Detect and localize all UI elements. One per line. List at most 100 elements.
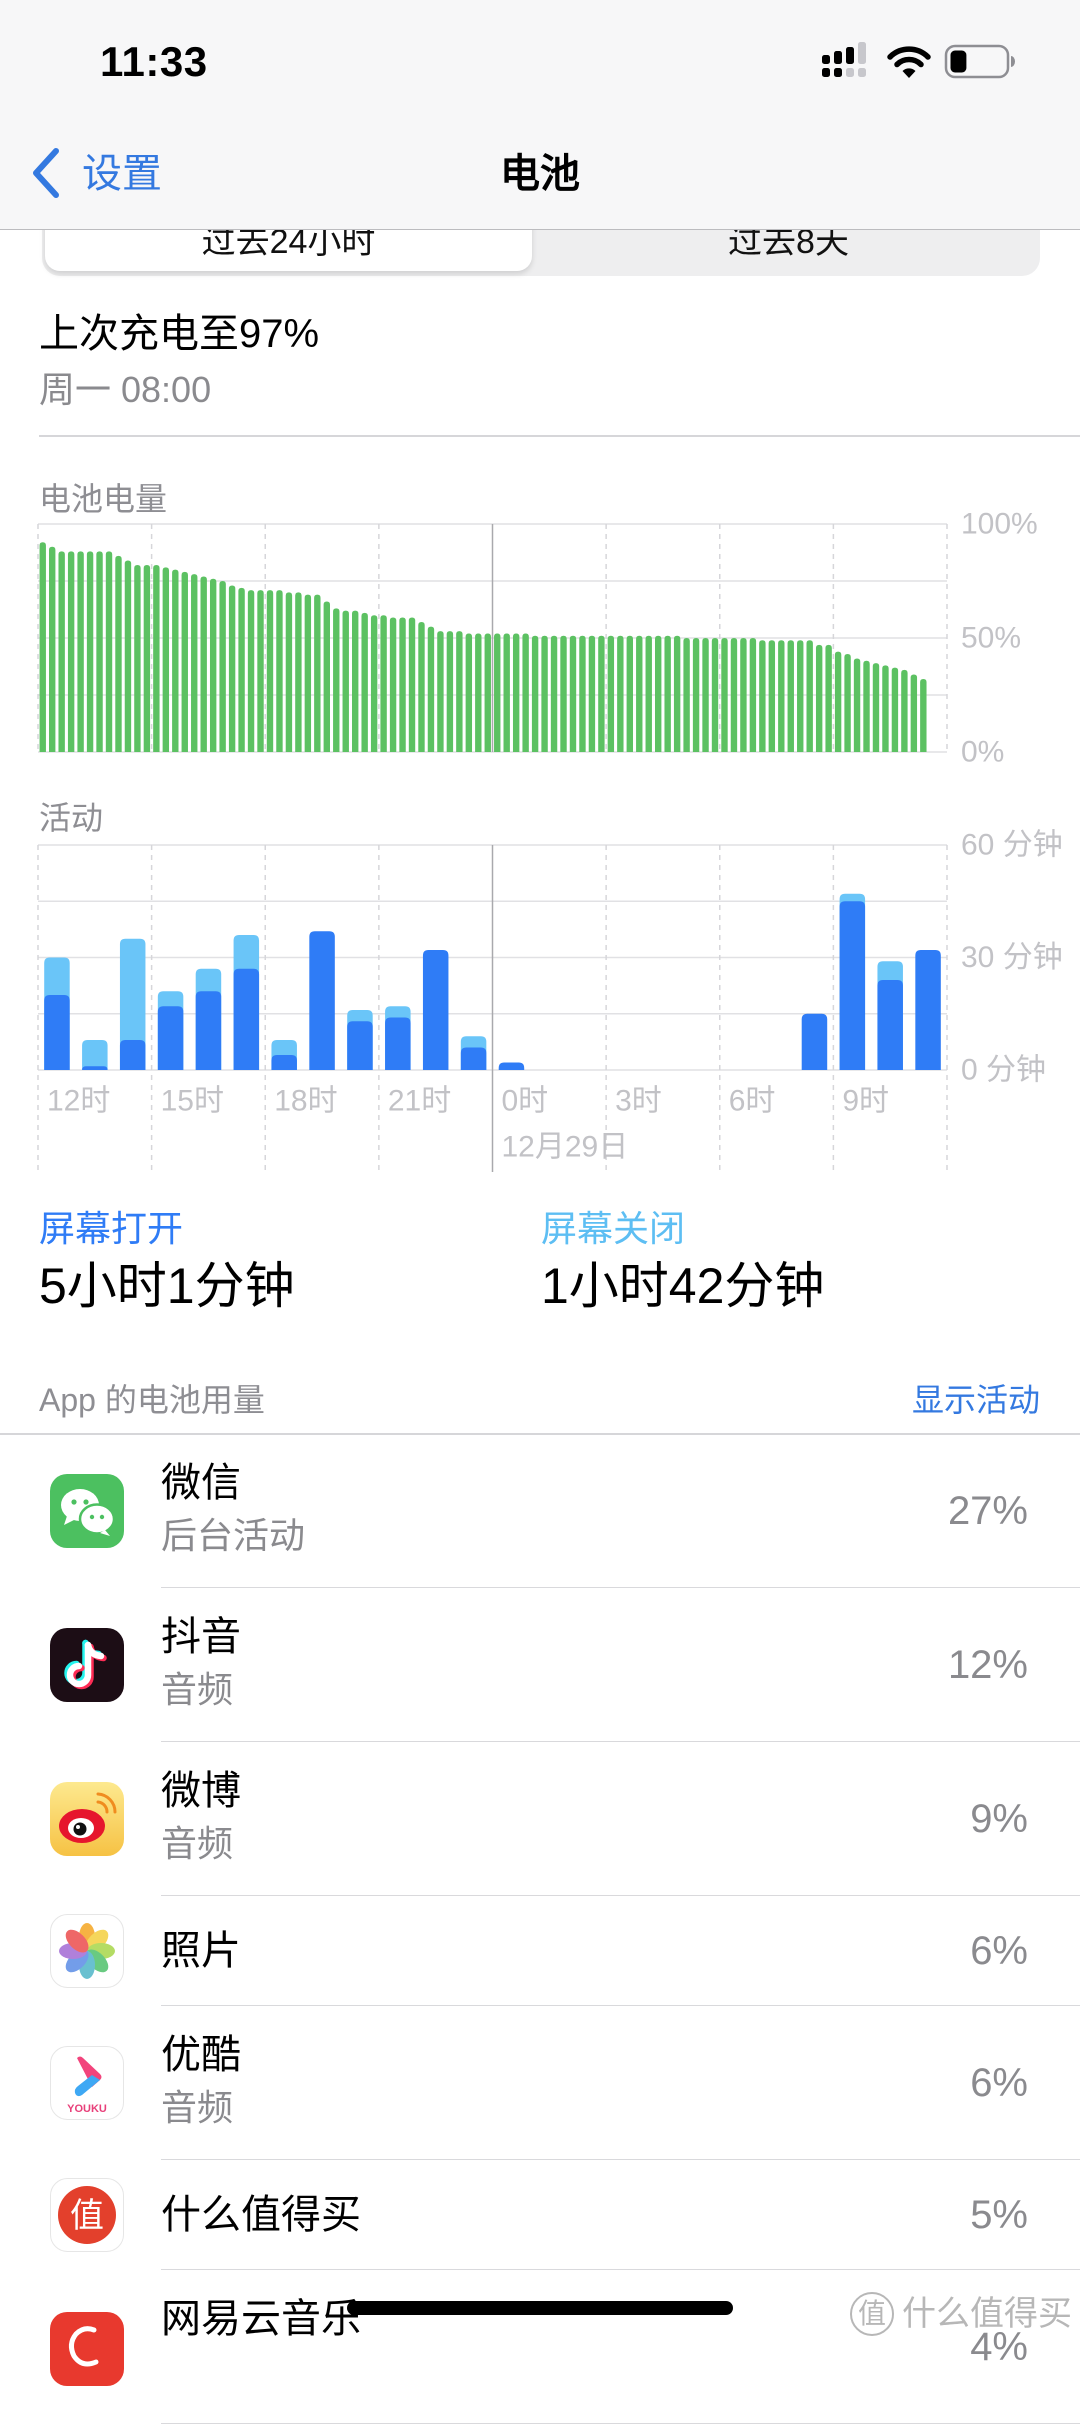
y-tick-label: 0% <box>961 736 1004 769</box>
weibo-icon <box>50 1782 124 1856</box>
screen-on-bar <box>877 980 903 1070</box>
y-tick-label: 0 分钟 <box>961 1054 1046 1087</box>
screen-on-bar <box>233 968 260 1070</box>
battery-level-bar <box>228 585 236 752</box>
x-tick-label: 9时 <box>842 1085 889 1118</box>
battery-level-bar <box>124 560 132 752</box>
app-battery-percent: 5% <box>970 2193 1028 2237</box>
battery-level-bar <box>853 658 861 752</box>
battery-level-bar <box>266 590 274 752</box>
battery-level-bar <box>503 633 510 752</box>
battery-level-bar <box>67 551 75 752</box>
app-row-weibo[interactable]: 微博 音频 9% <box>0 1742 1080 1896</box>
app-battery-percent: 9% <box>970 1797 1028 1841</box>
app-name: 微博 <box>161 1769 241 1813</box>
y-tick-label: 50% <box>961 622 1021 655</box>
screen-on-bar <box>271 1055 297 1070</box>
battery-level-bar <box>815 644 823 752</box>
svg-text:YOUKU: YOUKU <box>67 2103 107 2115</box>
battery-level-bar <box>238 587 245 752</box>
battery-level-bar <box>49 546 56 752</box>
battery-icon <box>944 44 1015 79</box>
battery-level-bar <box>352 610 359 752</box>
screen-on-bar <box>347 1021 373 1070</box>
app-battery-percent: 12% <box>947 1643 1028 1687</box>
battery-level-bar <box>910 674 918 752</box>
battery-level-bar <box>891 667 899 752</box>
battery-level-bar <box>465 633 473 752</box>
screen-on-bar <box>498 1062 525 1070</box>
app-row-photos[interactable]: 照片 6% <box>0 1896 1080 2006</box>
battery-level-chart: 100% 50% 0% <box>37 508 1038 769</box>
last-charge-time: 周一 08:00 <box>39 369 212 410</box>
battery-level-bar <box>721 638 728 752</box>
battery-level-bar <box>389 617 397 752</box>
x-tick-label: 21时 <box>388 1085 451 1118</box>
battery-level-bar <box>304 594 312 752</box>
battery-level-bar <box>692 638 700 752</box>
app-row-douyin[interactable]: 抖音 音频 12% <box>0 1588 1080 1742</box>
douyin-icon <box>50 1628 124 1702</box>
battery-level-bar <box>834 651 842 752</box>
show-activity-button[interactable]: 显示活动 <box>912 1382 1040 1418</box>
battery-level-bar <box>901 669 908 752</box>
screen-off-bar <box>82 1040 108 1070</box>
activity-chart: 60 分钟 30 分钟 0 分钟 12时 15时 18时 21时 0时 12月29日 3时 6时 9时 <box>37 829 1063 1172</box>
battery-level-bar <box>86 551 94 752</box>
screen-on-bar <box>309 931 335 1070</box>
app-battery-percent: 27% <box>947 1489 1028 1533</box>
battery-level-bar <box>844 653 851 752</box>
watermark: 值 什么值得买 <box>850 2292 1072 2336</box>
x-tick-label: 3时 <box>615 1085 662 1118</box>
battery-level-bar <box>882 665 889 752</box>
battery-level-bar <box>143 565 151 752</box>
app-name: 优酷 <box>161 2033 241 2077</box>
app-row-smzdm[interactable]: 值 什么值得买 5% <box>0 2160 1080 2270</box>
watermark-text: 什么值得买 <box>902 2295 1072 2333</box>
screen-on-bar <box>839 901 866 1070</box>
battery-level-bar <box>778 640 785 752</box>
screen-on-bar <box>82 1066 108 1070</box>
battery-level-bar <box>399 617 406 752</box>
battery-level-bar <box>475 633 482 752</box>
battery-level-bar <box>361 612 368 752</box>
app-usage-header: App 的电池用量 <box>39 1382 265 1418</box>
app-battery-percent: 6% <box>970 1929 1028 1973</box>
battery-level-bar <box>872 663 880 752</box>
battery-level-bar <box>342 610 349 752</box>
battery-level-bar <box>787 640 794 752</box>
photos-icon <box>50 1914 124 1988</box>
screen-on-bar <box>915 950 941 1070</box>
battery-level-bar <box>702 638 709 752</box>
battery-level-bar <box>512 633 520 752</box>
y-tick-label: 60 分钟 <box>961 829 1063 862</box>
battery-level-bar <box>162 567 170 752</box>
screen-on-bar <box>44 995 70 1070</box>
battery-level-bar <box>219 581 226 752</box>
smzdm-icon: 值 <box>50 2178 124 2252</box>
app-name: 照片 <box>161 1929 241 1973</box>
app-row-youku[interactable]: YOUKU 优酷 音频 6% <box>0 2006 1080 2160</box>
battery-level-bar <box>408 617 416 752</box>
y-tick-label: 30 分钟 <box>961 941 1063 974</box>
battery-level-bar <box>560 635 567 752</box>
battery-level-bar <box>314 594 321 752</box>
y-tick-label: 100% <box>961 508 1038 541</box>
screen-on-bar <box>157 1006 184 1070</box>
battery-level-bar <box>247 590 255 752</box>
battery-level-bar <box>579 635 586 752</box>
battery-level-bar <box>494 633 501 752</box>
battery-level-bar <box>153 565 160 752</box>
battery-level-bar <box>636 635 643 752</box>
youku-icon: YOUKU <box>50 2046 124 2120</box>
screen-on-bar <box>460 1047 487 1070</box>
battery-level-bar <box>456 631 463 752</box>
navigation-bar: 11:33 设置 电池 <box>0 0 1080 230</box>
battery-level-bar <box>295 592 302 752</box>
battery-level-bar <box>673 635 681 752</box>
home-indicator[interactable] <box>347 2301 733 2315</box>
watermark-logo-icon: 值 <box>850 2292 894 2336</box>
app-row-wechat[interactable]: 微信 后台活动 27% <box>0 1434 1080 1588</box>
battery-level-bar <box>105 551 113 752</box>
wechat-icon <box>50 1474 124 1548</box>
